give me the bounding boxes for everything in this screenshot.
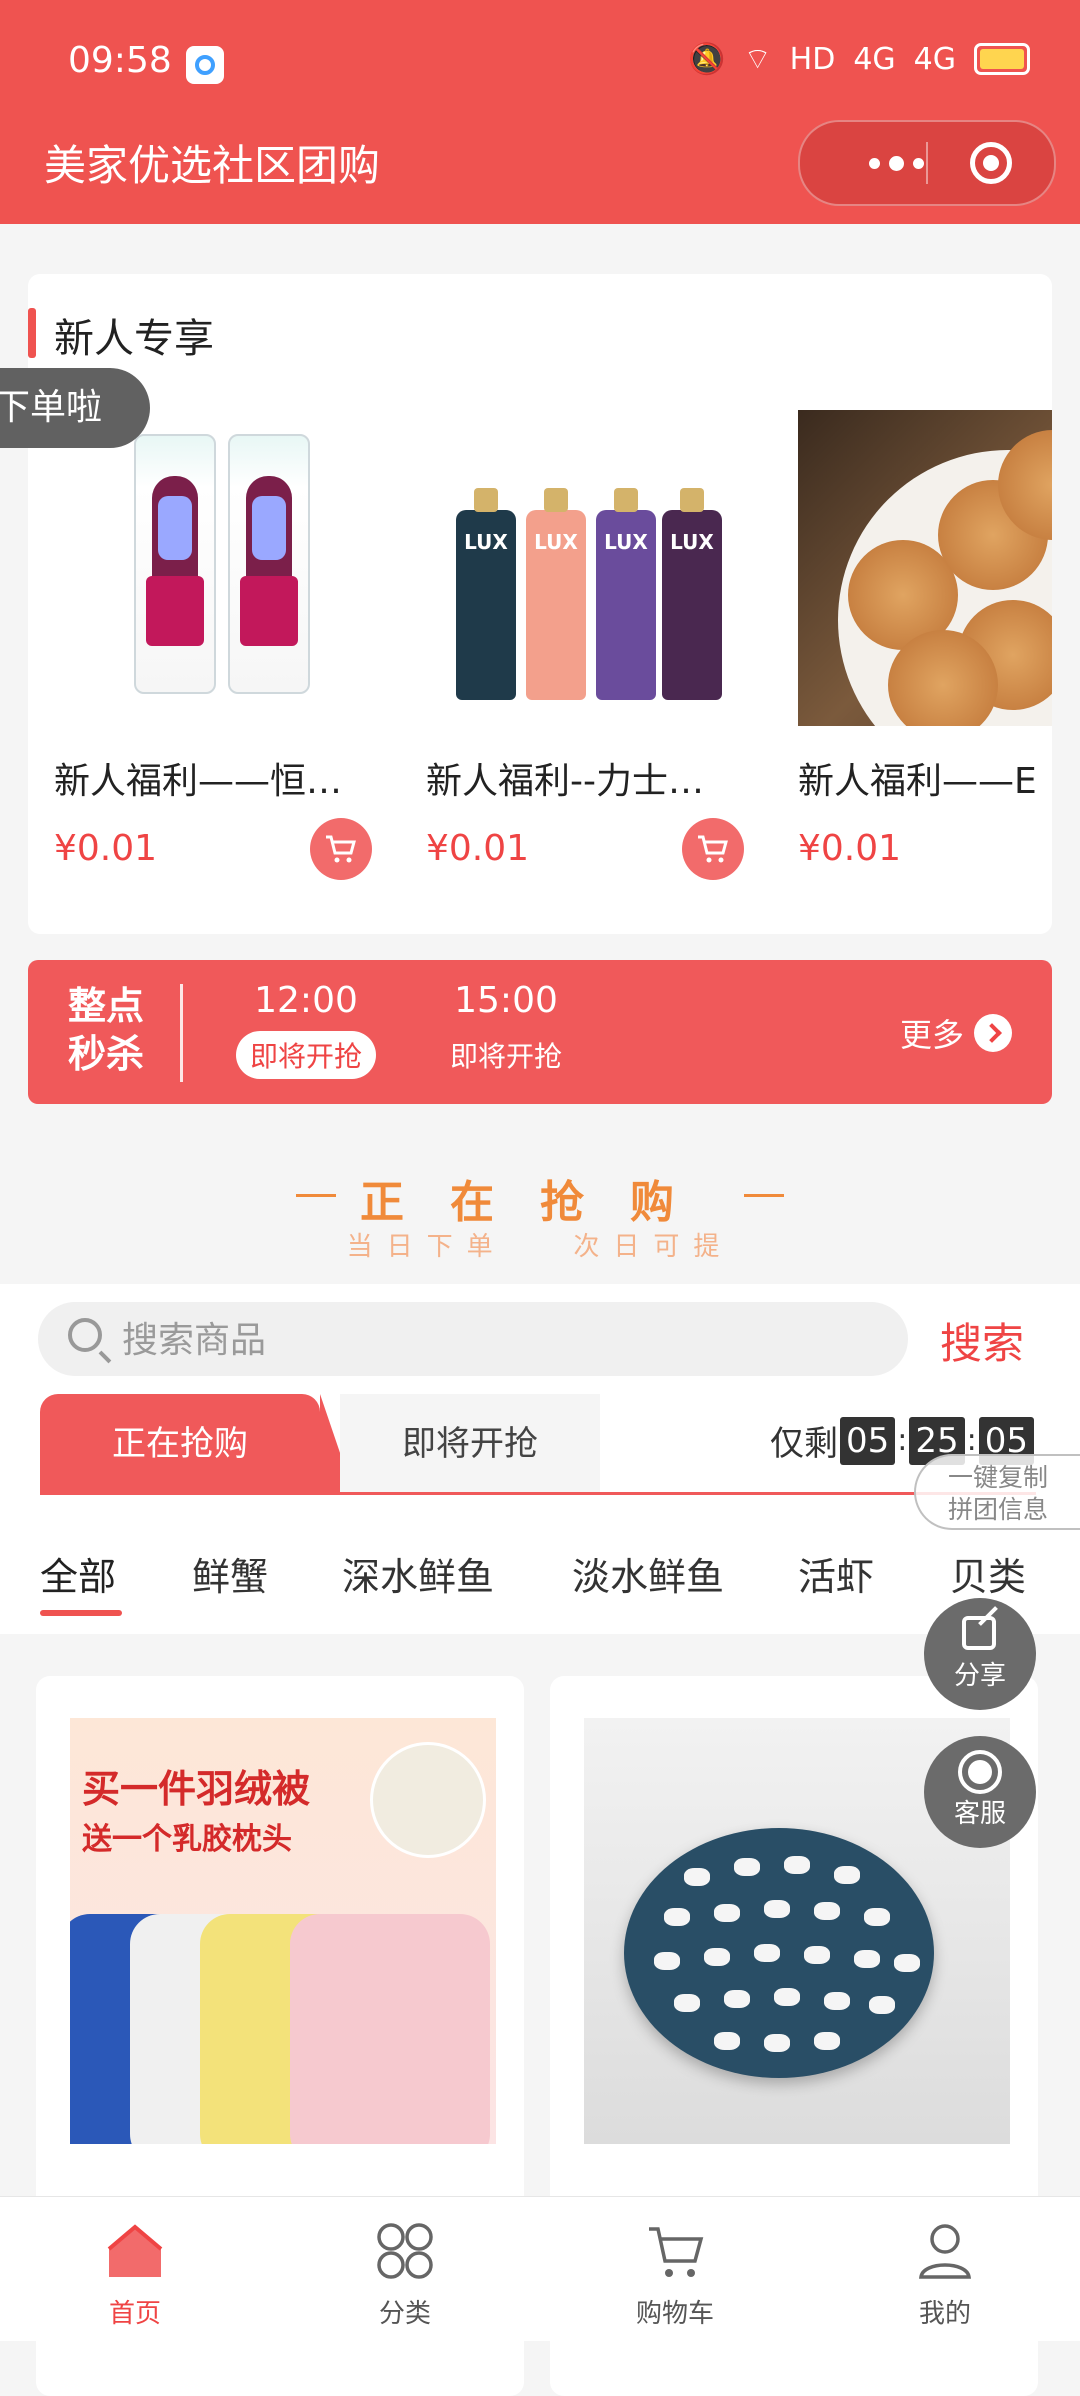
category-tab[interactable]: 活虾 (798, 1546, 874, 1601)
headset-icon (958, 1750, 1002, 1794)
hot-sale-subtitle: 当日下单 次日可提 (346, 1232, 734, 1262)
nav-category[interactable]: 分类 (270, 2197, 540, 2341)
lux-bodywash-image: LUX LUX LUX LUX (426, 410, 752, 740)
user-icon (919, 2224, 971, 2279)
share-button[interactable]: 分享 (924, 1598, 1036, 1710)
hot-sale-title: 正在抢购 (360, 1177, 720, 1228)
flash-slot-2[interactable]: 15:00 即将开抢 (436, 980, 576, 1079)
bottom-nav: 首页 分类 购物车 我的 (0, 2196, 1080, 2341)
add-to-cart-button[interactable] (682, 818, 744, 880)
category-icon (377, 2223, 433, 2279)
tab-coming-soon[interactable]: 即将开抢 (340, 1394, 600, 1494)
category-tab[interactable]: 鲜蟹 (192, 1546, 268, 1601)
search-icon (68, 1318, 102, 1352)
search-button[interactable]: 搜索 (940, 1310, 1024, 1371)
newcomer-section-title: 新人专享 (54, 316, 214, 362)
add-to-cart-button[interactable] (310, 818, 372, 880)
copy-group-info-button[interactable]: 一键复制 拼团信息 (914, 1454, 1080, 1530)
cart-icon (649, 2227, 704, 2277)
down-quilt-image: 买一件羽绒被 送一个乳胶枕头 (70, 1718, 496, 2144)
category-tab[interactable]: 淡水鲜鱼 (572, 1546, 724, 1601)
biscuits-image (798, 410, 1052, 726)
toothbrush-image (54, 410, 380, 740)
product-name: 新人福利——E (798, 761, 1037, 802)
category-tab[interactable]: 深水鲜鱼 (342, 1546, 494, 1601)
newcomer-product-3[interactable]: 新人福利——E ¥0.01 (798, 0, 1052, 900)
active-category-indicator (40, 1610, 122, 1616)
product-name: 新人福利--力士… (426, 761, 704, 802)
chevron-right-icon (974, 1014, 1012, 1052)
sale-tabs: 正在抢购 即将开抢 仅剩 05 : 25 : 05 (40, 1394, 1040, 1495)
product-price: ¥0.01 (54, 828, 158, 869)
more-button[interactable]: 更多 (900, 1010, 1012, 1056)
category-tab-all[interactable]: 全部 (40, 1546, 116, 1601)
search-box[interactable] (38, 1302, 908, 1378)
order-notice-bubble: 下单啦 (0, 368, 150, 448)
notification-app-icon (186, 46, 224, 84)
section-accent-bar (28, 308, 36, 358)
product-price: ¥0.01 (798, 828, 902, 869)
status-time: 09:58 (68, 40, 172, 81)
customer-service-button[interactable]: 客服 (924, 1736, 1036, 1848)
home-icon (107, 2224, 163, 2277)
app-title: 美家优选社区团购 (44, 141, 381, 190)
nav-cart[interactable]: 购物车 (540, 2197, 810, 2341)
share-icon (962, 1616, 996, 1650)
wifi-icon: ⌔ (743, 42, 772, 77)
category-tab[interactable]: 贝类 (950, 1546, 1026, 1601)
flash-slot-1[interactable]: 12:00 即将开抢 (236, 980, 377, 1079)
search-input[interactable] (120, 1302, 884, 1378)
product-name: 新人福利——恒… (54, 761, 343, 802)
flash-sale-bar[interactable]: 整点 秒杀 12:00 即将开抢 15:00 即将开抢 更多 (28, 960, 1052, 1104)
tab-on-sale[interactable]: 正在抢购 (40, 1394, 354, 1494)
nav-profile[interactable]: 我的 (810, 2197, 1080, 2341)
mute-icon: 🔕 (688, 41, 726, 77)
product-price: ¥0.01 (426, 828, 530, 869)
category-tabs: 全部 鲜蟹 深水鲜鱼 淡水鲜鱼 活虾 贝类 (0, 1536, 1080, 1626)
flash-sale-title: 整点 秒杀 (68, 984, 145, 1076)
hot-sale-banner: 正在抢购 当日下单 次日可提 (0, 1150, 1080, 1270)
countdown-hours: 05 (839, 1416, 896, 1465)
nav-home[interactable]: 首页 (0, 2197, 270, 2341)
